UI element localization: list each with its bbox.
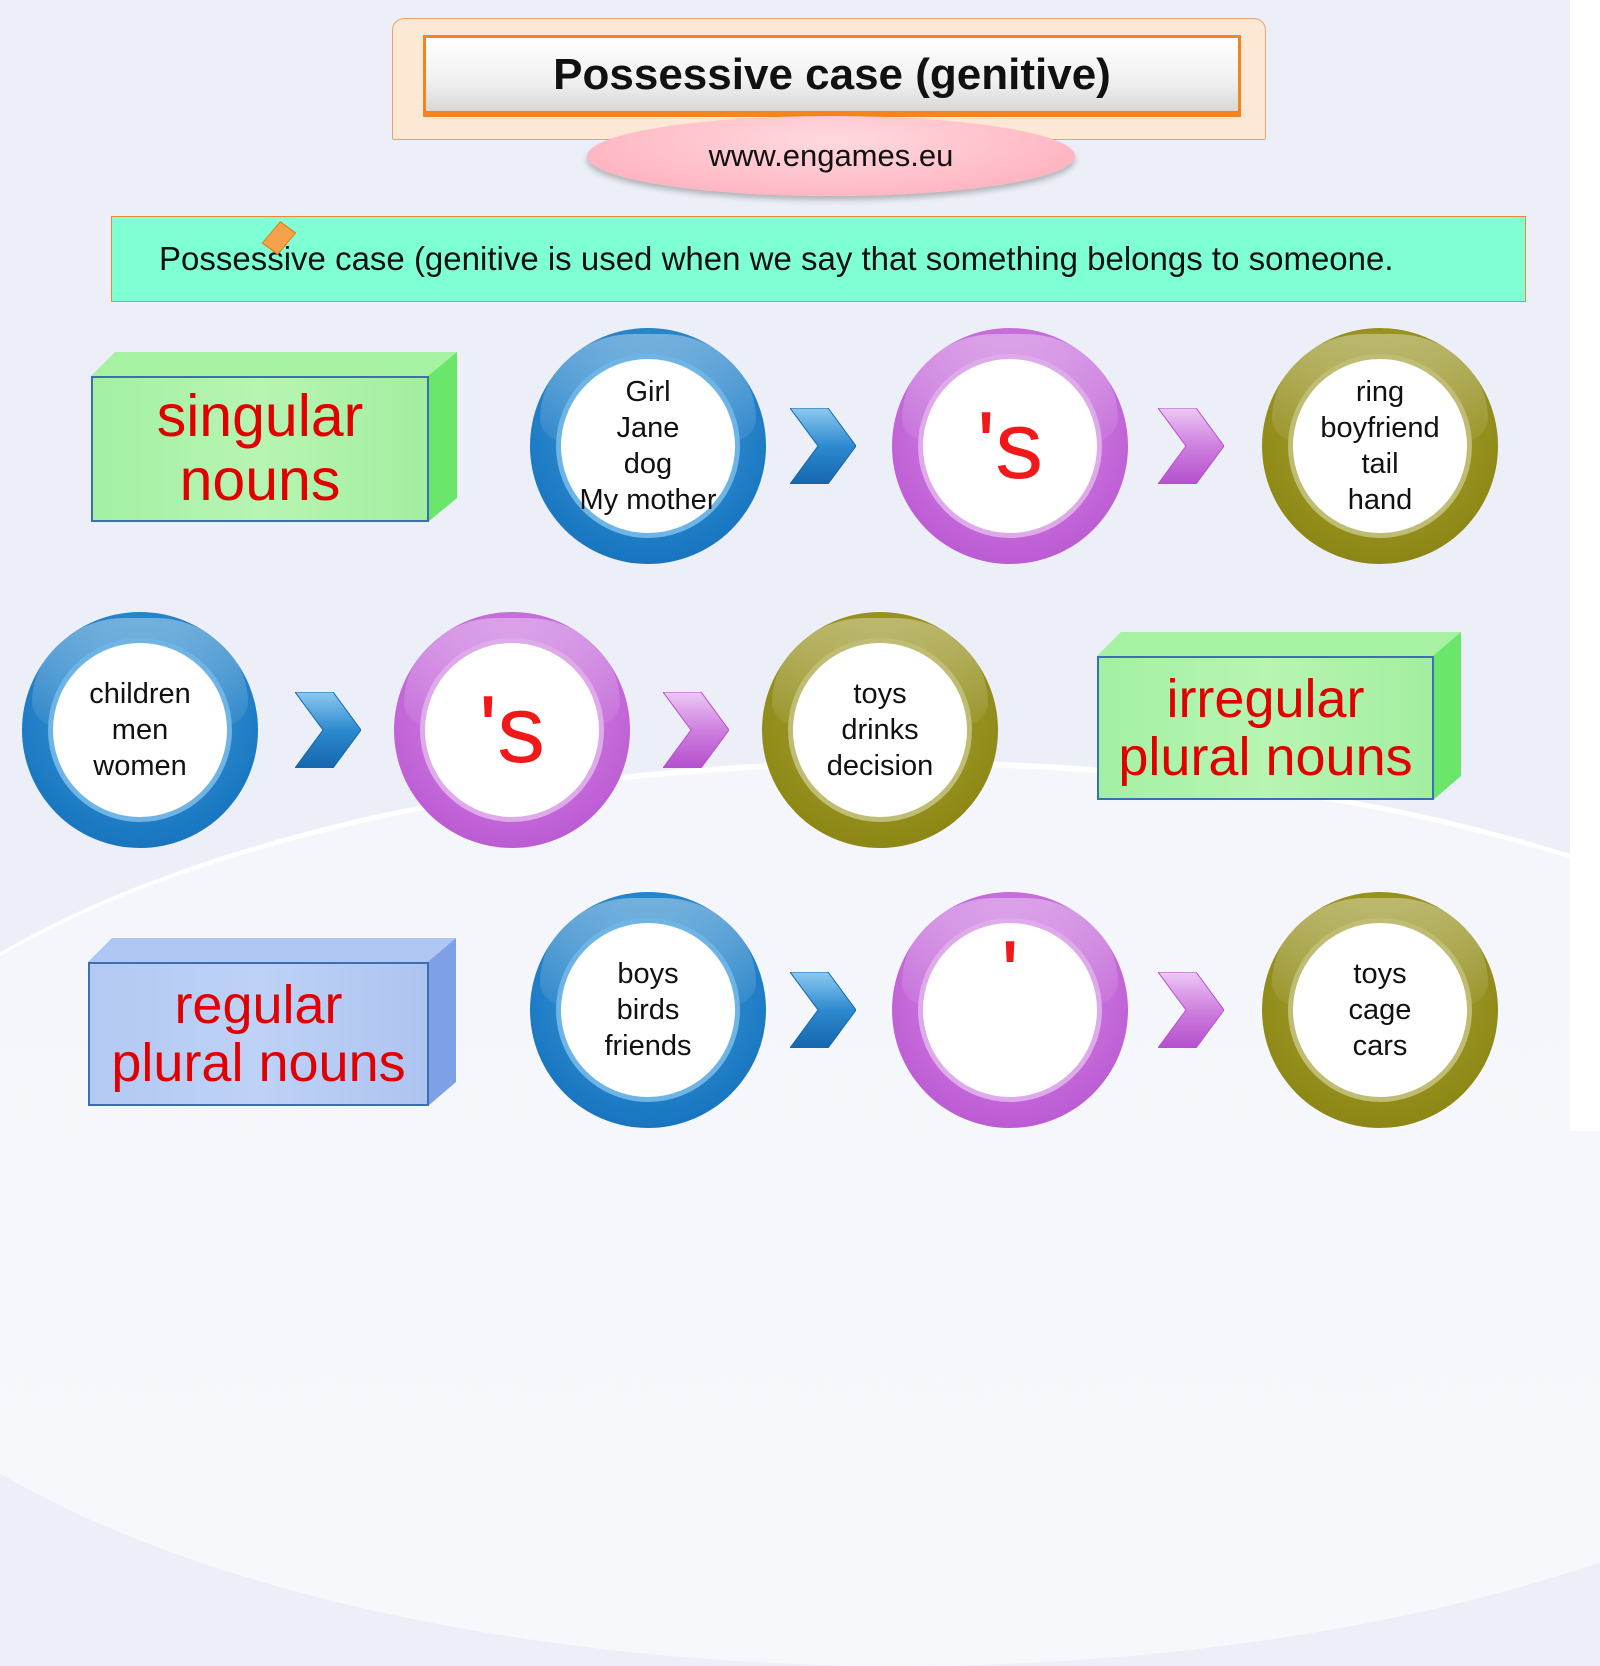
possession-ring-singular: ring boyfriend tail hand	[1262, 328, 1498, 564]
box-top	[88, 938, 456, 962]
chevron-right-icon	[790, 408, 856, 484]
owner-word: dog	[623, 448, 673, 480]
category-label-line2: plural nouns	[111, 1033, 406, 1093]
possession-word: toys	[853, 678, 907, 710]
owner-word: My mother	[579, 484, 717, 516]
ring-inner: toys drinks decision	[788, 638, 972, 822]
page-title: Possessive case (genitive)	[553, 49, 1111, 99]
title-bar: Possessive case (genitive)	[423, 35, 1241, 117]
ring-inner: ring boyfriend tail hand	[1288, 354, 1472, 538]
owner-word: birds	[616, 994, 680, 1026]
website-pill[interactable]: www.engames.eu	[587, 116, 1075, 196]
box-front: regular plural nouns	[88, 962, 429, 1106]
owner-ring-irregular: children men women	[22, 612, 258, 848]
category-label-line2: plural nouns	[1118, 727, 1413, 787]
website-link[interactable]: www.engames.eu	[709, 138, 954, 174]
definition-banner: Possessive case (genitive is used when w…	[111, 216, 1526, 302]
possession-word: drinks	[841, 714, 919, 746]
possession-word: ring	[1355, 376, 1405, 408]
chevron-right-icon	[1158, 408, 1224, 484]
definition-text: Possessive case (genitive is used when w…	[159, 240, 1394, 277]
chevron-right-icon	[1158, 972, 1224, 1048]
ring-inner: Girl Jane dog My mother	[556, 354, 740, 538]
owner-word: Girl	[625, 376, 671, 408]
category-label-line2: nouns	[179, 447, 341, 513]
possessive-marker: '	[1000, 921, 1020, 1028]
possessive-marker: 's	[478, 676, 546, 783]
possession-word: tail	[1361, 448, 1399, 480]
owner-ring-singular: Girl Jane dog My mother	[530, 328, 766, 564]
chevron-right-icon	[295, 692, 361, 768]
ring-inner: 's	[918, 354, 1102, 538]
possessive-marker: 's	[976, 392, 1044, 499]
marker-ring-irregular: 's	[394, 612, 630, 848]
marker-ring-regular: '	[892, 892, 1128, 1128]
chevron-right-icon	[790, 972, 856, 1048]
chevron-right-icon	[663, 692, 729, 768]
box-side	[428, 938, 456, 1106]
ring-inner: children men women	[48, 638, 232, 822]
possession-word: cage	[1348, 994, 1412, 1026]
box-front: singular nouns	[91, 376, 429, 522]
owner-word: women	[93, 750, 187, 782]
possession-word: toys	[1353, 958, 1407, 990]
page-edge	[1570, 0, 1600, 1131]
box-front: irregular plural nouns	[1097, 656, 1434, 800]
ring-inner: 's	[420, 638, 604, 822]
possession-word: hand	[1347, 484, 1413, 516]
possession-word: cars	[1352, 1030, 1408, 1062]
marker-ring-singular: 's	[892, 328, 1128, 564]
owner-word: friends	[604, 1030, 692, 1062]
box-side	[428, 352, 457, 522]
owner-word: boys	[617, 958, 679, 990]
possession-word: decision	[826, 750, 934, 782]
possession-ring-irregular: toys drinks decision	[762, 612, 998, 848]
category-label-line1: regular	[174, 974, 343, 1035]
possession-ring-regular: toys cage cars	[1262, 892, 1498, 1128]
owner-ring-regular: boys birds friends	[530, 892, 766, 1128]
category-label-line1: singular	[156, 383, 364, 450]
possession-word: boyfriend	[1320, 412, 1440, 444]
category-box-singular: singular nouns	[91, 352, 457, 522]
ring-inner: boys birds friends	[556, 918, 740, 1102]
box-side	[1433, 632, 1461, 800]
owner-word: men	[111, 714, 169, 746]
ring-inner: toys cage cars	[1288, 918, 1472, 1102]
box-top	[1097, 632, 1461, 656]
owner-word: Jane	[616, 412, 680, 444]
ring-inner: '	[918, 918, 1102, 1102]
category-label-line1: irregular	[1166, 668, 1365, 729]
owner-word: children	[89, 678, 191, 710]
box-top	[91, 352, 457, 376]
